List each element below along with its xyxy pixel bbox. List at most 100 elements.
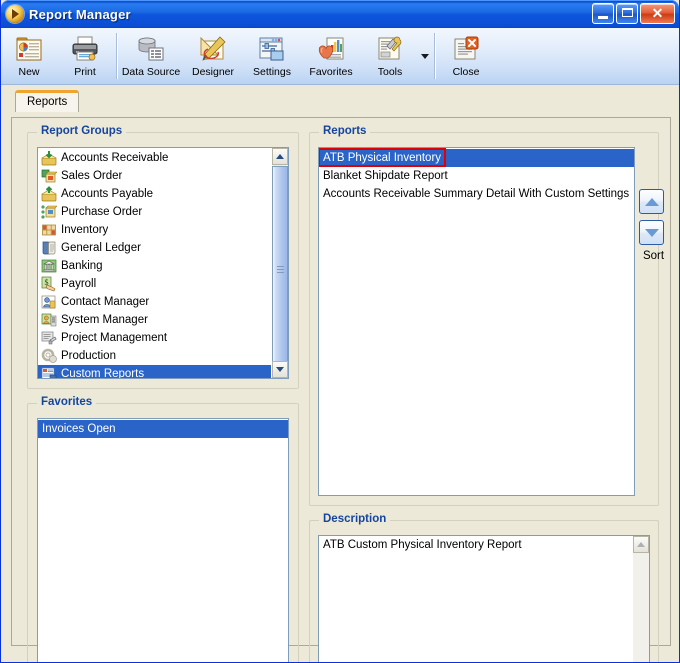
report-orb-icon — [6, 5, 24, 23]
report-groups-label: Accounts Payable — [61, 188, 154, 200]
close-button[interactable]: ✕ — [640, 3, 675, 24]
tab-page-reports: Report Groups Accounts Receivable Sales … — [11, 117, 671, 662]
report-groups-items: Accounts Receivable Sales Order Accounts… — [38, 148, 271, 378]
accounts-payable-icon — [41, 186, 57, 202]
database-icon — [120, 33, 182, 65]
chevron-down-icon — [276, 367, 284, 372]
reports-groupbox: Reports ATB Physical Inventory Blanket S… — [309, 125, 664, 506]
report-groups-scrollbar[interactable] — [271, 148, 288, 378]
report-groups-label: Production — [61, 350, 116, 362]
report-manager-window: Report Manager ✕ New Print Data Source D… — [0, 0, 680, 663]
favorites-groupbox: Favorites Invoices Open — [27, 396, 299, 662]
reports-items: ATB Physical Inventory Blanket Shipdate … — [319, 148, 634, 495]
designer-icon — [182, 33, 244, 65]
scrollbar-thumb[interactable] — [272, 166, 288, 371]
inventory-icon — [41, 222, 57, 238]
maximize-icon — [622, 8, 633, 17]
toolbar-label-new: New — [18, 66, 40, 78]
report-groups-item-general-ledger[interactable]: General Ledger — [38, 239, 271, 257]
description-text: ATB Custom Physical Inventory Report — [323, 539, 522, 551]
report-groups-item-payroll[interactable]: $ Payroll — [38, 275, 271, 293]
description-scrollbar[interactable] — [632, 536, 649, 662]
report-groups-label: Purchase Order — [61, 206, 143, 218]
report-groups-item-production[interactable]: Production — [38, 347, 271, 365]
toolbar-label-favorites: Favorites — [309, 66, 353, 78]
report-groups-label: General Ledger — [61, 242, 141, 254]
report-groups-item-purchase-order[interactable]: Purchase Order — [38, 203, 271, 221]
report-groups-item-inventory[interactable]: Inventory — [38, 221, 271, 239]
reports-title: Reports — [319, 125, 371, 137]
report-groups-item-contact-manager[interactable]: Contact Manager — [38, 293, 271, 311]
sort-up-button[interactable] — [639, 189, 664, 214]
sort-down-button[interactable] — [639, 220, 664, 245]
toolbar-label-close: Close — [452, 66, 480, 78]
project-management-icon — [41, 330, 57, 346]
toolbar-button-new[interactable]: New — [1, 31, 57, 78]
report-groups-label: Project Management — [61, 332, 168, 344]
report-groups-item-sales-order[interactable]: Sales Order — [38, 167, 271, 185]
description-textbox[interactable]: ATB Custom Physical Inventory Report — [318, 535, 650, 662]
toolbar-button-close[interactable]: Close — [438, 31, 494, 78]
report-groups-item-accounts-payable[interactable]: Accounts Payable — [38, 185, 271, 203]
system-manager-icon — [41, 312, 57, 328]
favorites-heart-icon — [300, 33, 362, 65]
toolbar-separator-2 — [434, 33, 435, 79]
reports-item-label: Accounts Receivable Summary Detail With … — [323, 188, 630, 200]
report-groups-label: Inventory — [61, 224, 109, 236]
report-groups-label: Sales Order — [61, 170, 123, 182]
toolbar: New Print Data Source Designer Settings … — [1, 28, 679, 85]
reports-item-blanket-shipdate-report[interactable]: Blanket Shipdate Report — [319, 167, 634, 185]
report-groups-listbox[interactable]: Accounts Receivable Sales Order Accounts… — [37, 147, 289, 379]
window-controls: ✕ — [592, 3, 675, 24]
description-title: Description — [319, 513, 391, 525]
toolbar-label-data-source: Data Source — [121, 66, 181, 78]
report-groups-item-custom-reports[interactable]: Custom Reports — [38, 365, 271, 379]
toolbar-label-designer: Designer — [191, 66, 235, 78]
close-document-icon — [438, 33, 494, 65]
new-report-icon — [1, 33, 57, 65]
report-groups-item-project-management[interactable]: Project Management — [38, 329, 271, 347]
scroll-up-button[interactable] — [272, 148, 288, 165]
report-groups-label: Payroll — [61, 278, 97, 290]
report-groups-label: Accounts Receivable — [61, 152, 169, 164]
settings-icon — [244, 33, 300, 65]
maximize-button[interactable] — [616, 3, 638, 24]
payroll-icon: $ — [41, 276, 57, 292]
description-groupbox: Description ATB Custom Physical Inventor… — [309, 513, 659, 662]
tab-reports[interactable]: Reports — [15, 90, 80, 112]
reports-item-ar-summary-detail[interactable]: Accounts Receivable Summary Detail With … — [319, 185, 634, 203]
favorites-listbox[interactable]: Invoices Open — [37, 418, 289, 662]
scroll-down-button[interactable] — [272, 361, 288, 378]
sort-down-icon — [644, 228, 659, 237]
toolbar-label-tools: Tools — [377, 66, 403, 78]
report-groups-label: System Manager — [61, 314, 148, 326]
report-groups-label: Custom Reports — [61, 368, 145, 379]
toolbar-button-settings[interactable]: Settings — [244, 31, 300, 78]
toolbar-label-settings: Settings — [253, 66, 291, 78]
scrollbar-track[interactable] — [633, 553, 649, 662]
toolbar-button-designer[interactable]: Designer — [182, 31, 244, 78]
report-groups-item-system-manager[interactable]: System Manager — [38, 311, 271, 329]
sort-controls: Sort — [639, 189, 668, 262]
reports-listbox[interactable]: ATB Physical Inventory Blanket Shipdate … — [318, 147, 635, 496]
report-groups-item-banking[interactable]: Banking — [38, 257, 271, 275]
toolbar-button-tools[interactable]: Tools — [362, 31, 418, 78]
titlebar: Report Manager ✕ — [1, 0, 679, 28]
favorites-item-invoices-open[interactable]: Invoices Open — [38, 420, 288, 438]
toolbar-overflow-button[interactable] — [418, 31, 431, 81]
reports-item-atb-physical-inventory[interactable]: ATB Physical Inventory — [319, 149, 634, 167]
tab-strip: Reports — [11, 90, 679, 112]
toolbar-button-print[interactable]: Print — [57, 31, 113, 78]
scroll-up-button[interactable] — [633, 536, 649, 553]
reports-item-label: Blanket Shipdate Report — [323, 170, 448, 182]
toolbar-label-print: Print — [74, 66, 96, 78]
report-groups-item-accounts-receivable[interactable]: Accounts Receivable — [38, 149, 271, 167]
general-ledger-icon — [41, 240, 57, 256]
toolbar-button-data-source[interactable]: Data Source — [120, 31, 182, 78]
chevron-down-icon — [420, 53, 429, 59]
description-content: ATB Custom Physical Inventory Report — [319, 536, 632, 662]
production-icon — [41, 348, 57, 364]
reports-item-label: ATB Physical Inventory — [323, 152, 442, 164]
minimize-button[interactable] — [592, 3, 614, 24]
toolbar-button-favorites[interactable]: Favorites — [300, 31, 362, 78]
